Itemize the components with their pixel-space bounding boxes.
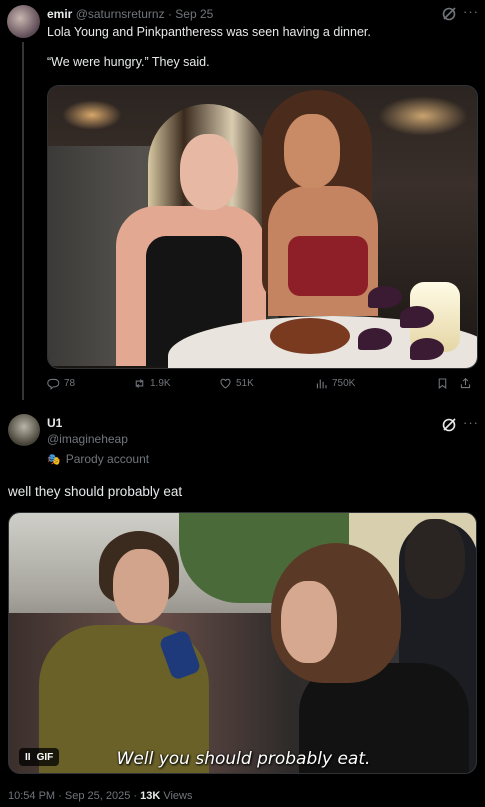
bookmark-button[interactable]	[436, 377, 449, 390]
like-icon	[220, 378, 231, 389]
parody-mask-icon: 🎭	[47, 453, 61, 466]
grok-icon[interactable]	[441, 6, 457, 22]
parody-label-text: Parody account	[65, 452, 150, 466]
tweet-date[interactable]: Sep 25	[175, 7, 213, 21]
photo-flower	[358, 328, 392, 350]
share-button[interactable]	[459, 377, 472, 390]
tweet-views-count: 13K	[140, 790, 161, 802]
reply-count: 78	[64, 378, 76, 389]
separator: ·	[167, 7, 172, 21]
reply-button[interactable]: 78	[47, 377, 75, 390]
tweet-text: Lola Young and Pinkpantheress was seen h…	[47, 25, 467, 70]
photo-plate	[270, 318, 350, 354]
share-icon	[460, 377, 471, 389]
repost-count: 1.9K	[150, 378, 171, 389]
reply-icon	[47, 378, 60, 390]
avatar[interactable]	[8, 414, 40, 446]
avatar[interactable]	[7, 5, 40, 38]
handle[interactable]: @imagineheap	[47, 432, 128, 446]
repost-icon	[135, 379, 144, 388]
views-button[interactable]: 750K	[315, 377, 355, 390]
parody-label: 🎭 Parody account	[47, 452, 149, 466]
handle[interactable]: @saturnsreturnz	[76, 7, 165, 21]
bookmark-icon	[438, 378, 447, 390]
photo-light	[62, 100, 122, 130]
gif-badge-label: GIF	[36, 751, 54, 763]
tweet-gif[interactable]: Well you should probably eat. II GIF	[8, 512, 477, 774]
tweet-timestamp[interactable]: 10:54 PM · Sep 25, 2025 ·	[8, 790, 137, 802]
more-icon[interactable]: ···	[463, 4, 479, 19]
gif-person-face	[281, 581, 337, 663]
views-icon	[316, 379, 327, 389]
like-button[interactable]: 51K	[219, 377, 254, 390]
photo-flowers	[348, 276, 448, 366]
photo-person-face	[284, 114, 340, 188]
more-icon[interactable]: ···	[463, 415, 479, 430]
display-name[interactable]: U1	[47, 416, 62, 430]
repost-button[interactable]: 1.9K	[133, 377, 171, 390]
like-count: 51K	[236, 378, 254, 389]
photo-flower	[400, 306, 434, 328]
photo-light	[378, 96, 468, 136]
gif-person-head	[405, 519, 465, 599]
pause-icon[interactable]: II	[25, 752, 31, 763]
photo-flower	[368, 286, 402, 308]
tweet-text: well they should probably eat	[8, 484, 183, 499]
gif-caption: Well you should probably eat.	[116, 749, 371, 769]
tweet-parent: emir @saturnsreturnz · Sep 25 ··· Lola Y…	[0, 0, 485, 400]
tweet-views-label: Views	[163, 790, 193, 802]
tweet-meta: 10:54 PM · Sep 25, 2025 · 13K Views	[8, 790, 193, 802]
tweet-text-line: Lola Young and Pinkpantheress was seen h…	[47, 25, 371, 39]
photo-flower	[410, 338, 444, 360]
tweet-header: emir @saturnsreturnz · Sep 25	[47, 7, 213, 21]
tweet-actions: 78 1.9K 51K 750K	[47, 377, 475, 395]
grok-icon[interactable]	[441, 417, 457, 433]
gif-badge[interactable]: II GIF	[19, 748, 60, 766]
photo-person-face	[180, 134, 238, 210]
views-count: 750K	[332, 378, 356, 389]
gif-person-face	[113, 549, 169, 623]
thread-connector	[22, 42, 24, 400]
display-name[interactable]: emir	[47, 7, 72, 21]
tweet-text-line: “We were hungry.” They said.	[47, 55, 210, 69]
tweet-photo[interactable]	[47, 85, 478, 369]
